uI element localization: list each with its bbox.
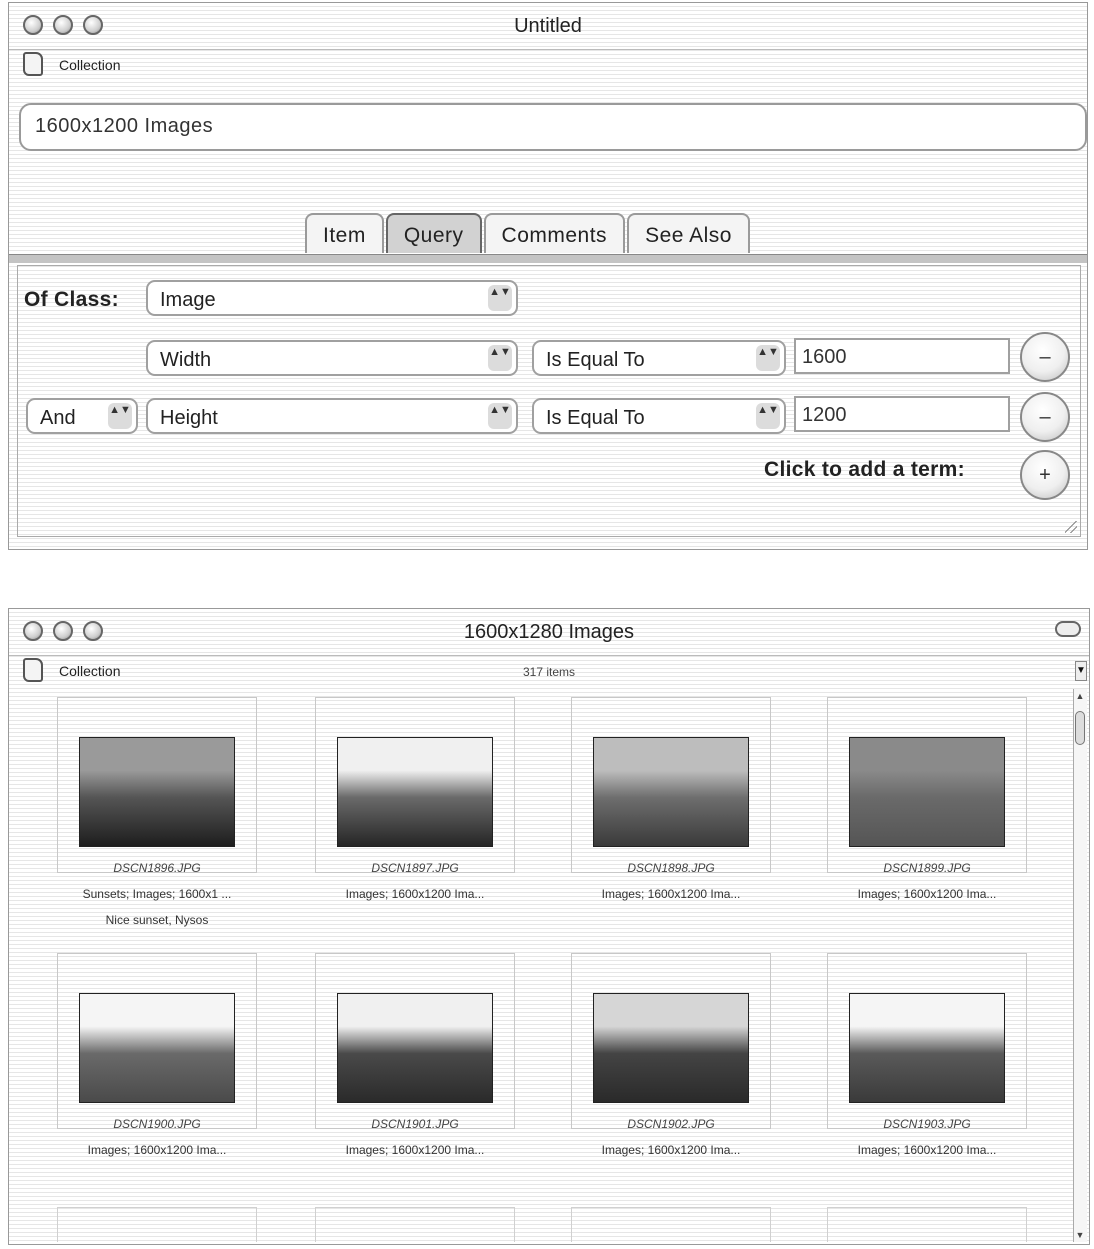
query-toolbar: Collection [9, 50, 1087, 82]
image-thumbnail[interactable] [79, 737, 235, 847]
item-filename: DSCN1896.JPG [113, 861, 201, 875]
tab-comments[interactable]: Comments [483, 213, 626, 253]
query-panel: Of Class: Image ▲▼ Width ▲▼ Is Equal To … [17, 265, 1081, 537]
chevron-down-icon[interactable]: ▼ [1075, 661, 1087, 681]
popup-arrows-icon: ▲▼ [756, 403, 780, 429]
term-1-operator-popup[interactable]: Is Equal To ▲▼ [532, 340, 786, 376]
tab-query[interactable]: Query [385, 213, 482, 253]
term-1-attribute-value: Width [160, 349, 212, 371]
vertical-scrollbar[interactable]: ▲ ▼ [1073, 689, 1087, 1242]
item-count: 317 items [522, 665, 576, 679]
popup-arrows-icon: ▲▼ [488, 345, 512, 371]
add-term-label: Click to add a term: [764, 458, 965, 481]
image-thumbnail[interactable] [337, 993, 493, 1103]
thumbnail-frame [315, 1207, 515, 1242]
popup-arrows-icon: ▲▼ [108, 403, 132, 429]
term-2-attribute-popup[interactable]: Height ▲▼ [146, 398, 518, 434]
item-keywords: Images; 1600x1200 Ima... [857, 1143, 997, 1157]
item-filename: DSCN1900.JPG [113, 1117, 201, 1131]
item-keywords: Images; 1600x1200 Ima... [87, 1143, 227, 1157]
collection-name-field[interactable]: 1600x1200 Images [19, 103, 1087, 151]
of-class-label: Of Class: [24, 288, 119, 311]
item-keywords: Images; 1600x1200 Ima... [345, 887, 485, 901]
item-filename: DSCN1898.JPG [627, 861, 715, 875]
scroll-up-icon[interactable]: ▲ [1074, 691, 1086, 701]
image-thumbnail[interactable] [849, 993, 1005, 1103]
image-thumbnail[interactable] [79, 993, 235, 1103]
window-title: Untitled [514, 15, 582, 37]
tab-divider [9, 254, 1087, 263]
tab-item[interactable]: Item [305, 213, 384, 253]
term-2-operator-value: Is Equal To [546, 407, 645, 429]
term-2-value-field[interactable]: 1200 [794, 396, 1010, 432]
thumbnail-frame [571, 1207, 771, 1242]
term-1-remove-button[interactable]: – [1020, 332, 1070, 382]
image-thumbnail[interactable] [337, 737, 493, 847]
item-keywords: Sunsets; Images; 1600x1 ... [82, 887, 232, 901]
thumbnail-frame [827, 1207, 1027, 1242]
item-keywords: Images; 1600x1200 Ima... [601, 887, 741, 901]
image-thumbnail[interactable] [849, 737, 1005, 847]
item-filename: DSCN1897.JPG [371, 861, 459, 875]
popup-arrows-icon: ▲▼ [488, 285, 512, 311]
add-term-button[interactable]: + [1020, 450, 1070, 500]
class-popup-value: Image [160, 289, 216, 311]
toolbar-toggle-icon[interactable] [1055, 621, 1081, 637]
results-window: 1600x1280 Images Collection 317 items ▼ … [8, 608, 1090, 1245]
thumbnail-frame [57, 1207, 257, 1242]
term-1-attribute-popup[interactable]: Width ▲▼ [146, 340, 518, 376]
window-title: 1600x1280 Images [463, 621, 635, 643]
collection-icon[interactable] [23, 52, 43, 76]
term-2-attribute-value: Height [160, 407, 218, 429]
item-keywords: Images; 1600x1200 Ima... [345, 1143, 485, 1157]
item-filename: DSCN1901.JPG [371, 1117, 459, 1131]
popup-arrows-icon: ▲▼ [756, 345, 780, 371]
tab-bar: Item Query Comments See Also [305, 213, 752, 253]
results-window-titlebar[interactable]: 1600x1280 Images [9, 609, 1089, 656]
item-keywords: Images; 1600x1200 Ima... [601, 1143, 741, 1157]
popup-arrows-icon: ▲▼ [488, 403, 512, 429]
term-1-value-field[interactable]: 1600 [794, 338, 1010, 374]
image-grid: DSCN1896.JPG Sunsets; Images; 1600x1 ... N… [17, 689, 1069, 1242]
term-2-conjunction-value: And [40, 407, 76, 429]
collection-label: Collection [59, 57, 121, 73]
image-thumbnail[interactable] [593, 737, 749, 847]
query-window-titlebar[interactable]: Untitled [9, 3, 1087, 50]
tab-see-also[interactable]: See Also [627, 213, 750, 253]
term-1-operator-value: Is Equal To [546, 349, 645, 371]
class-popup[interactable]: Image ▲▼ [146, 280, 518, 316]
item-keywords: Images; 1600x1200 Ima... [857, 887, 997, 901]
item-filename: DSCN1903.JPG [883, 1117, 971, 1131]
item-comment: Nice sunset, Nysos [105, 913, 209, 927]
resize-grip-icon[interactable] [1065, 521, 1077, 533]
query-window: Untitled Collection 1600x1200 Images Ite… [8, 2, 1088, 550]
image-thumbnail[interactable] [593, 993, 749, 1103]
term-2-conjunction-popup[interactable]: And ▲▼ [26, 398, 138, 434]
results-toolbar: Collection 317 items ▼ [9, 656, 1089, 688]
scroll-down-icon[interactable]: ▼ [1074, 1230, 1086, 1240]
item-filename: DSCN1899.JPG [883, 861, 971, 875]
scrollbar-thumb[interactable] [1075, 711, 1085, 745]
item-filename: DSCN1902.JPG [627, 1117, 715, 1131]
term-2-operator-popup[interactable]: Is Equal To ▲▼ [532, 398, 786, 434]
term-2-remove-button[interactable]: – [1020, 392, 1070, 442]
